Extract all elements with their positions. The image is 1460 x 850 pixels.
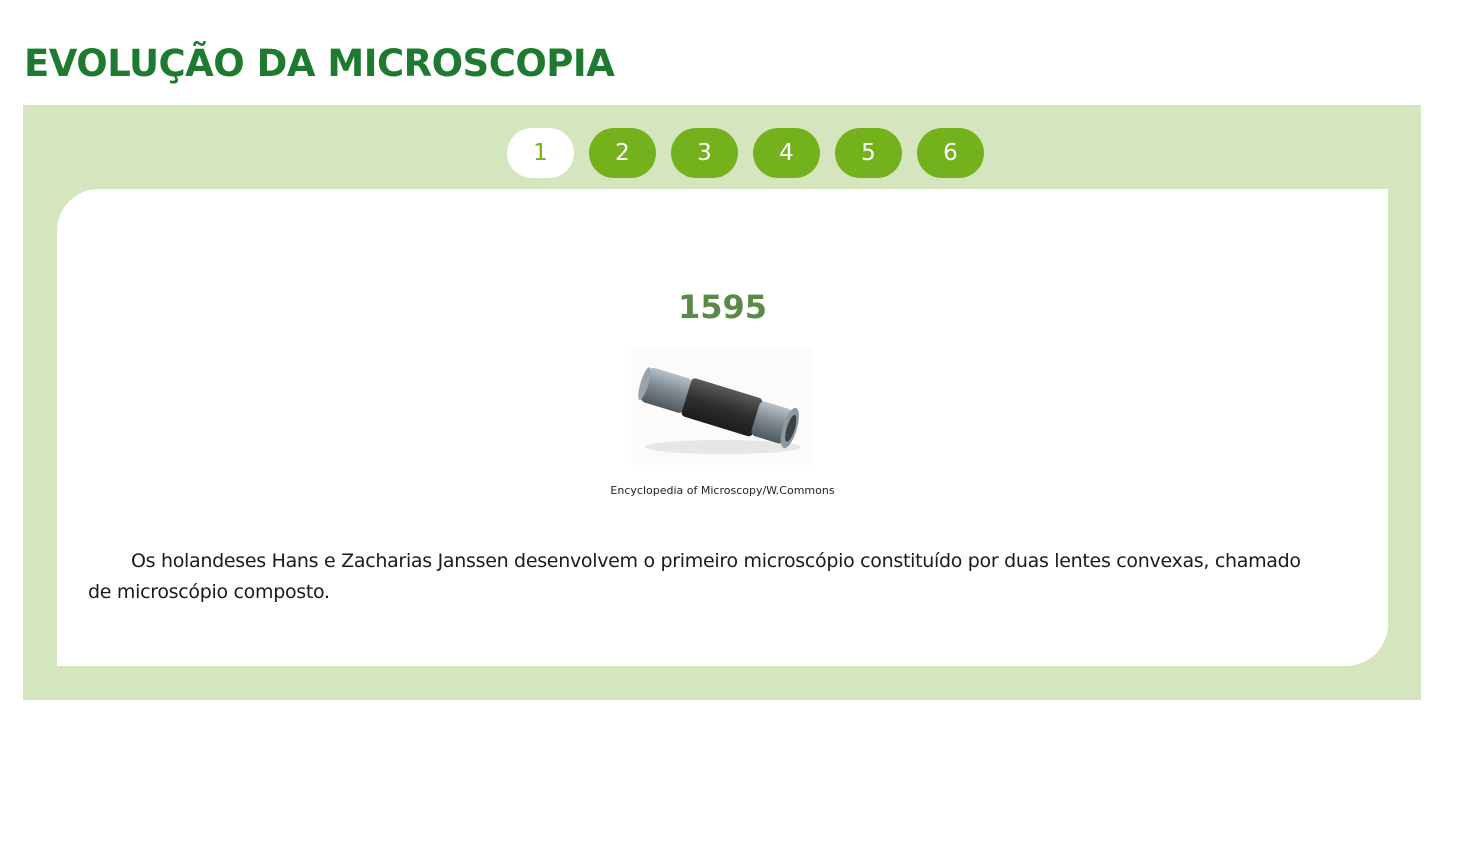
microscope-image <box>631 347 813 465</box>
slide-card: 1595 Encyclopedia of Microscopy/W.Common… <box>57 189 1388 666</box>
tab-1[interactable]: 1 <box>507 128 574 178</box>
image-caption: Encyclopedia of Microscopy/W.Commons <box>610 484 835 497</box>
tab-2[interactable]: 2 <box>589 128 656 178</box>
timeline-tabs: 1 2 3 4 5 6 <box>507 128 984 178</box>
tab-4[interactable]: 4 <box>753 128 820 178</box>
slide-year: 1595 <box>677 288 768 326</box>
slide-description: Os holandeses Hans e Zacharias Janssen d… <box>88 550 1301 603</box>
tab-3[interactable]: 3 <box>671 128 738 178</box>
timeline-panel: 1 2 3 4 5 6 1595 Encyclopedia of Microsc… <box>23 105 1421 700</box>
tab-5[interactable]: 5 <box>835 128 902 178</box>
page-title: EVOLUÇÃO DA MICROSCOPIA <box>24 42 615 85</box>
tab-6[interactable]: 6 <box>917 128 984 178</box>
